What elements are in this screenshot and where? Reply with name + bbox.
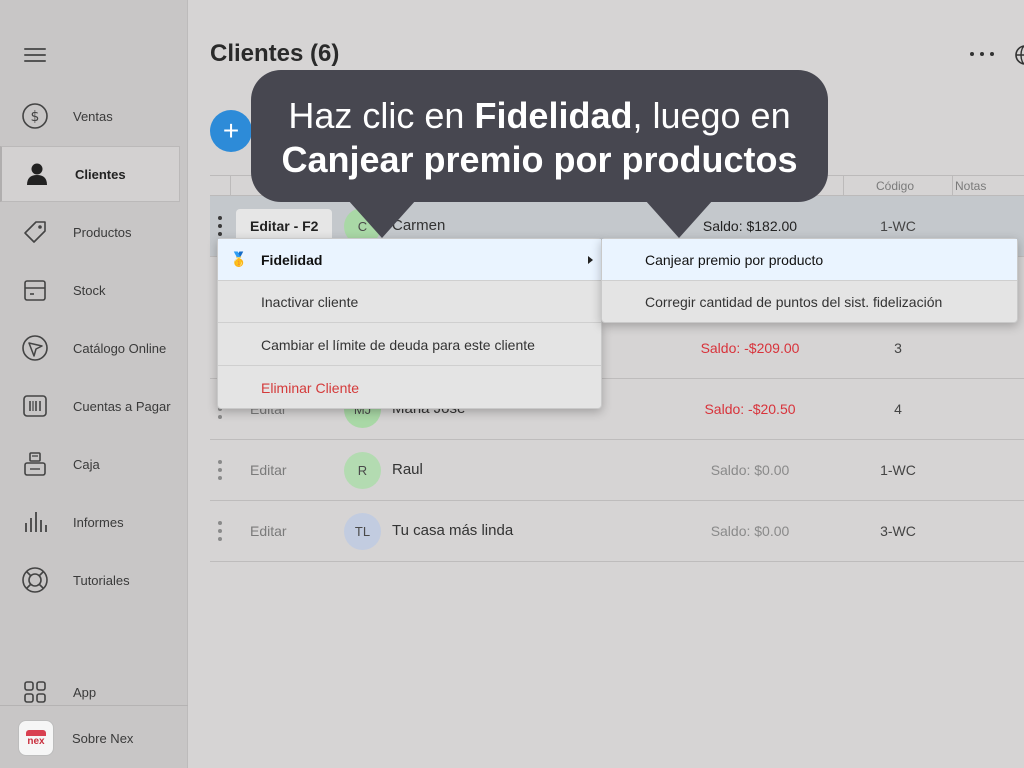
menu-item-fidelidad[interactable]: 🥇 Fidelidad	[218, 239, 601, 281]
svg-text:$: $	[31, 109, 40, 125]
sidebar-item-label: Caja	[73, 456, 100, 472]
client-name: Tu casa más linda	[392, 522, 514, 539]
logo-mark	[26, 729, 46, 736]
menu-item-eliminar-cliente[interactable]: Eliminar Cliente	[218, 367, 601, 409]
edit-button[interactable]: Editar	[236, 514, 301, 548]
register-icon	[20, 449, 50, 479]
sidebar-item-label: Productos	[73, 224, 132, 240]
tooltip-text: , luego en	[632, 95, 791, 136]
client-balance: Saldo: -$20.50	[704, 401, 796, 417]
apps-grid-icon	[20, 677, 50, 707]
sidebar-item-app[interactable]: App	[0, 664, 180, 720]
client-code: 3	[894, 340, 902, 356]
client-code: 1-WC	[880, 218, 916, 234]
tag-icon	[20, 217, 50, 247]
menu-item-label: Eliminar Cliente	[261, 380, 360, 396]
sidebar-item-label: Cuentas a Pagar	[73, 398, 171, 414]
client-code: 4	[894, 401, 902, 417]
client-balance: Saldo: -$209.00	[700, 340, 800, 356]
menu-item-label: Cambiar el límite de deuda para este cli…	[261, 336, 535, 353]
menu-item-corregir-puntos[interactable]: Corregir cantidad de puntos del sist. fi…	[602, 281, 1017, 323]
column-separator	[952, 176, 953, 196]
column-header-code[interactable]: Código	[876, 179, 914, 193]
hamburger-menu-icon[interactable]	[24, 48, 46, 66]
column-header-notes[interactable]: Notas	[955, 179, 986, 193]
tooltip-bold-text: Fidelidad	[474, 95, 633, 136]
column-separator	[230, 176, 231, 196]
menu-item-inactivar-cliente[interactable]: Inactivar cliente	[218, 281, 601, 323]
medal-icon: 🥇	[230, 251, 248, 267]
sidebar-item-label: Clientes	[75, 166, 126, 182]
sidebar-item-cuentas-a-pagar[interactable]: Cuentas a Pagar	[0, 378, 180, 434]
menu-item-label: Fidelidad	[261, 251, 323, 268]
add-client-button[interactable]: +	[210, 110, 252, 152]
lifebuoy-icon	[20, 565, 50, 595]
menu-item-canjear-premio[interactable]: Canjear premio por producto	[602, 239, 1017, 281]
table-row[interactable]: Editar R Raul Saldo: $0.00 1-WC	[210, 440, 1024, 501]
sidebar-item-label: Informes	[73, 514, 124, 530]
context-menu: 🥇 Fidelidad Inactivar cliente Cambiar el…	[217, 238, 602, 409]
sidebar-item-label: Tutoriales	[73, 572, 130, 588]
person-icon	[22, 159, 52, 189]
nex-logo[interactable]: nex	[18, 720, 54, 756]
page-title: Clientes (6)	[210, 40, 340, 67]
sobre-nex-link[interactable]: Sobre Nex	[72, 731, 133, 746]
tooltip-pointer-right	[645, 200, 713, 238]
bar-chart-icon	[20, 507, 50, 537]
sidebar-item-productos[interactable]: Productos	[0, 204, 180, 260]
client-code: 3-WC	[880, 523, 916, 539]
table-row[interactable]: Editar TL Tu casa más linda Saldo: $0.00…	[210, 501, 1024, 562]
edit-button[interactable]: Editar	[236, 453, 301, 487]
sidebar-item-catalogo-online[interactable]: Catálogo Online	[0, 320, 180, 376]
sidebar-item-tutoriales[interactable]: Tutoriales	[0, 552, 180, 608]
logo-text: nex	[27, 735, 45, 747]
barcode-icon	[20, 391, 50, 421]
sidebar-divider	[0, 705, 188, 706]
sidebar-item-label: Ventas	[73, 108, 113, 124]
sidebar-item-label: Stock	[73, 282, 106, 298]
sidebar: $ Ventas Clientes Productos Stock Catálo…	[0, 0, 188, 768]
sidebar-item-caja[interactable]: Caja	[0, 436, 180, 492]
client-name: Raul	[392, 461, 423, 478]
menu-item-label: Inactivar cliente	[261, 293, 359, 310]
row-menu-icon[interactable]	[218, 460, 222, 480]
tooltip-pointer-left	[348, 200, 416, 238]
avatar: R	[344, 452, 381, 489]
sidebar-item-label: App	[73, 684, 97, 700]
sidebar-item-stock[interactable]: Stock	[0, 262, 180, 318]
row-menu-icon[interactable]	[218, 521, 222, 541]
more-options-icon[interactable]	[970, 44, 994, 64]
client-code: 1-WC	[880, 462, 916, 478]
tutorial-tooltip: Haz clic en Fidelidad, luego en Canjear …	[251, 70, 828, 202]
sidebar-item-clientes[interactable]: Clientes	[0, 146, 180, 202]
menu-item-cambiar-limite-deuda[interactable]: Cambiar el límite de deuda para este cli…	[218, 324, 601, 366]
client-balance: Saldo: $0.00	[710, 523, 790, 539]
box-icon	[20, 275, 50, 305]
client-balance: Saldo: $0.00	[710, 462, 790, 478]
globe-icon[interactable]	[1014, 44, 1024, 66]
tooltip-text: Haz clic en	[288, 95, 475, 136]
avatar: TL	[344, 513, 381, 550]
tooltip-line-2: Canjear premio por productos	[281, 139, 798, 180]
row-menu-icon[interactable]	[218, 216, 222, 236]
sidebar-item-informes[interactable]: Informes	[0, 494, 180, 550]
dollar-circle-icon: $	[20, 101, 50, 131]
catalog-icon	[20, 333, 50, 363]
submenu-arrow-icon	[588, 255, 593, 264]
menu-item-label: Corregir cantidad de puntos del sist. fi…	[645, 294, 943, 310]
column-separator	[843, 176, 844, 196]
sidebar-item-label: Catálogo Online	[73, 340, 167, 356]
tooltip-line-1: Haz clic en Fidelidad, luego en	[251, 94, 828, 138]
sidebar-item-ventas[interactable]: $ Ventas	[0, 88, 180, 144]
fidelidad-submenu: Canjear premio por producto Corregir can…	[601, 238, 1018, 323]
menu-item-label: Canjear premio por producto	[645, 251, 824, 268]
